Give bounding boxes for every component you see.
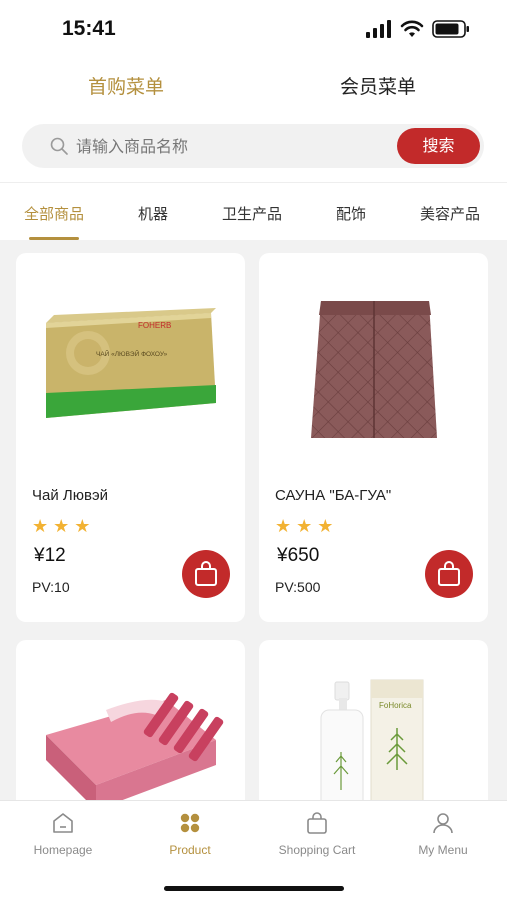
- product-price: ¥12: [34, 545, 66, 566]
- active-category-indicator: [29, 237, 79, 240]
- bottom-tab-bar: Homepage Product Shopping Cart My Menu: [0, 800, 507, 900]
- home-indicator: [164, 886, 344, 891]
- tab-first-purchase-menu[interactable]: 首购菜单: [88, 72, 164, 99]
- category-all-products[interactable]: 全部商品: [24, 203, 84, 224]
- home-icon: [53, 813, 73, 833]
- tab-product[interactable]: Product: [135, 811, 245, 861]
- product-card[interactable]: FOHERB ЧАЙ «ЛЮВЭЙ ФОХОУ» Чай Лювэй ★★★ ¥…: [16, 253, 245, 622]
- product-name: Чай Лювэй: [32, 487, 108, 504]
- tab-label: My Menu: [418, 843, 468, 857]
- status-time: 15:41: [62, 17, 116, 40]
- rating-stars: ★★★: [32, 516, 96, 537]
- tab-homepage[interactable]: Homepage: [8, 811, 118, 861]
- product-pv: PV:10: [32, 579, 70, 595]
- shopping-bag-icon: [195, 561, 217, 586]
- search-input[interactable]: [76, 132, 376, 160]
- add-to-cart-button[interactable]: [182, 550, 230, 598]
- box-title-label: ЧАЙ «ЛЮВЭЙ ФОХОУ»: [96, 349, 168, 358]
- tab-my-menu[interactable]: My Menu: [388, 811, 498, 861]
- product-name: САУНА "БА-ГУА": [275, 487, 392, 504]
- status-bar: 15:41: [0, 0, 507, 60]
- search-button[interactable]: 搜索: [397, 128, 480, 164]
- category-accessories[interactable]: 配饰: [336, 203, 366, 224]
- product-pv: PV:500: [275, 579, 321, 595]
- box-brand-label: FOHERB: [138, 321, 171, 330]
- product-card[interactable]: САУНА "БА-ГУА" ★★★ ¥650 PV:500: [259, 253, 488, 622]
- wifi-icon: [400, 20, 424, 37]
- category-beauty-products[interactable]: 美容产品: [420, 203, 480, 224]
- product-grid-icon: [180, 813, 200, 833]
- category-hygiene-products[interactable]: 卫生产品: [222, 203, 282, 224]
- search-icon: [50, 137, 68, 155]
- header: 首购菜单 会员菜单 搜索 全部商品 机器 卫生产品 配饰 美容产品: [0, 60, 507, 240]
- category-tabs: 全部商品 机器 卫生产品 配饰 美容产品: [0, 182, 507, 240]
- user-icon: [433, 813, 453, 834]
- rating-stars: ★★★: [275, 516, 339, 537]
- tab-shopping-cart[interactable]: Shopping Cart: [262, 811, 372, 861]
- product-image: [311, 301, 437, 438]
- bottle-brand-label: FoHorica: [379, 701, 412, 710]
- battery-icon: [432, 20, 469, 38]
- tab-label: Homepage: [33, 843, 93, 857]
- cellular-signal-icon: [366, 20, 391, 38]
- tab-label: Shopping Cart: [278, 843, 356, 857]
- shopping-bag-icon: [307, 812, 327, 834]
- product-price: ¥650: [277, 545, 320, 566]
- tab-member-menu[interactable]: 会员菜单: [340, 72, 416, 99]
- product-image: FOHERB ЧАЙ «ЛЮВЭЙ ФОХОУ»: [46, 308, 216, 418]
- shopping-bag-icon: [438, 561, 460, 586]
- category-machines[interactable]: 机器: [138, 203, 168, 224]
- add-to-cart-button[interactable]: [425, 550, 473, 598]
- tab-label: Product: [169, 843, 211, 857]
